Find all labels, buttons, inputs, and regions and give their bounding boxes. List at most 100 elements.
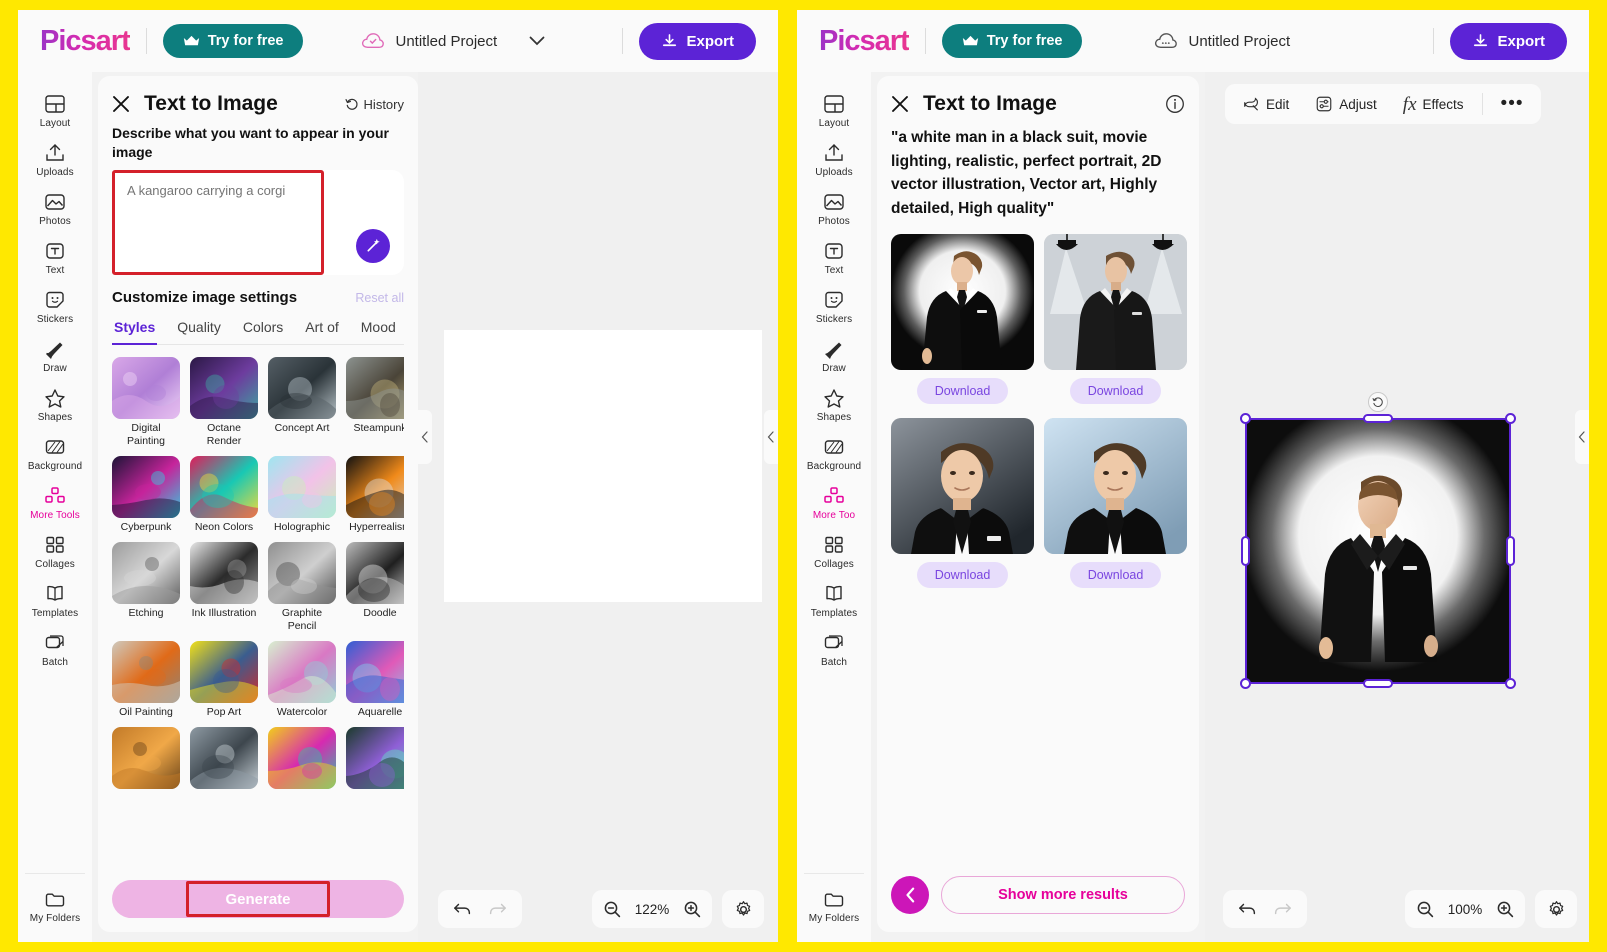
resize-handle-right[interactable] xyxy=(1506,536,1515,566)
style-option[interactable]: Ink Illustration xyxy=(190,541,258,634)
style-option[interactable]: Octane Render xyxy=(190,356,258,449)
sidebar-item-shapes-r[interactable]: Shapes xyxy=(800,380,868,429)
sidebar-item-layout[interactable]: Layout xyxy=(21,86,89,135)
style-option[interactable]: Doodle xyxy=(346,541,404,634)
right-settings-pill[interactable] xyxy=(1535,890,1577,928)
tab-quality[interactable]: Quality xyxy=(175,314,223,345)
style-option[interactable]: Neon Colors xyxy=(190,456,258,535)
tab-art-of[interactable]: Art of xyxy=(303,314,340,345)
left-document[interactable] xyxy=(444,330,762,602)
result-thumbnail[interactable] xyxy=(891,234,1034,371)
style-option[interactable]: Steampunk xyxy=(346,356,404,449)
effects-button[interactable]: fx Effects xyxy=(1392,88,1475,121)
left-panel-collapse-tab[interactable] xyxy=(418,410,432,464)
style-option[interactable] xyxy=(112,726,180,792)
export-button-2[interactable]: Export xyxy=(1450,22,1567,60)
style-option[interactable]: Pop Art xyxy=(190,640,258,720)
sidebar-item-collages[interactable]: Collages xyxy=(21,527,89,576)
zoom-out-button[interactable] xyxy=(603,900,621,918)
undo-button[interactable] xyxy=(453,901,473,917)
project-name-control-2[interactable]: Untitled Project xyxy=(1154,32,1290,50)
redo-button-r[interactable] xyxy=(1272,901,1292,917)
zoom-in-button[interactable] xyxy=(683,900,701,918)
close-icon[interactable] xyxy=(112,95,130,113)
back-button[interactable] xyxy=(891,876,929,914)
sidebar-item-photos[interactable]: Photos xyxy=(21,184,89,233)
redo-button[interactable] xyxy=(487,901,507,917)
close-icon-r[interactable] xyxy=(891,95,909,113)
sidebar-item-background-r[interactable]: Background xyxy=(800,429,868,478)
style-option[interactable]: Graphite Pencil xyxy=(268,541,336,634)
sidebar-item-uploads-r[interactable]: Uploads xyxy=(800,135,868,184)
tab-colors[interactable]: Colors xyxy=(241,314,285,345)
undo-button-r[interactable] xyxy=(1238,901,1258,917)
style-option[interactable]: Etching xyxy=(112,541,180,634)
edit-button[interactable]: Edit xyxy=(1231,88,1300,120)
tab-styles[interactable]: Styles xyxy=(112,314,158,345)
sidebar-item-background[interactable]: Background xyxy=(21,429,89,478)
sidebar-item-batch-r[interactable]: Batch xyxy=(800,625,868,674)
style-option[interactable]: Watercolor xyxy=(268,640,336,720)
sidebar-item-layout-r[interactable]: Layout xyxy=(800,86,868,135)
rotate-handle[interactable] xyxy=(1368,392,1388,412)
style-option[interactable]: Oil Painting xyxy=(112,640,180,720)
right-panel-collapse-tab[interactable] xyxy=(764,410,778,464)
sidebar-item-stickers-r[interactable]: Stickers xyxy=(800,282,868,331)
right-canvas-collapse-tab[interactable] xyxy=(1575,410,1589,464)
sidebar-item-photos-r[interactable]: Photos xyxy=(800,184,868,233)
resize-handle-tl[interactable] xyxy=(1240,413,1251,424)
sidebar-item-uploads[interactable]: Uploads xyxy=(21,135,89,184)
show-more-results-button[interactable]: Show more results xyxy=(941,876,1185,914)
sidebar-item-more-tools-r[interactable]: More Too xyxy=(800,478,868,527)
try-for-free-button-2[interactable]: Try for free xyxy=(941,24,1083,58)
download-button[interactable]: Download xyxy=(1069,562,1162,589)
zoom-out-button-r[interactable] xyxy=(1416,900,1434,918)
sidebar-item-draw-r[interactable]: Draw xyxy=(800,331,868,380)
style-option[interactable]: Digital Painting xyxy=(112,356,180,449)
sidebar-item-shapes[interactable]: Shapes xyxy=(21,380,89,429)
download-button[interactable]: Download xyxy=(916,378,1009,405)
style-option[interactable] xyxy=(190,726,258,792)
download-button[interactable]: Download xyxy=(916,562,1009,589)
sidebar-item-batch[interactable]: Batch xyxy=(21,625,89,674)
try-for-free-button[interactable]: Try for free xyxy=(162,24,304,58)
project-name-control[interactable]: Untitled Project xyxy=(361,32,545,50)
resize-handle-tr[interactable] xyxy=(1505,413,1516,424)
zoom-in-button-r[interactable] xyxy=(1496,900,1514,918)
sidebar-item-templates-r[interactable]: Templates xyxy=(800,576,868,625)
result-thumbnail[interactable] xyxy=(1044,234,1187,371)
magic-suggest-button[interactable] xyxy=(356,228,390,263)
info-icon[interactable] xyxy=(1165,94,1185,114)
style-option[interactable]: Aquarelle xyxy=(346,640,404,720)
style-option[interactable] xyxy=(268,726,336,792)
generate-button[interactable]: Generate xyxy=(112,880,404,918)
prompt-input[interactable] xyxy=(112,169,324,275)
style-option[interactable]: Cyberpunk xyxy=(112,456,180,535)
left-settings-pill[interactable] xyxy=(722,890,764,928)
result-thumbnail[interactable] xyxy=(1044,418,1187,555)
sidebar-item-text-r[interactable]: Text xyxy=(800,233,868,282)
sidebar-item-more-tools[interactable]: More Tools xyxy=(21,478,89,527)
export-button[interactable]: Export xyxy=(639,22,756,60)
sidebar-item-collages-r[interactable]: Collages xyxy=(800,527,868,576)
reset-all-button[interactable]: Reset all xyxy=(355,291,404,305)
sidebar-item-templates[interactable]: Templates xyxy=(21,576,89,625)
more-options-button[interactable]: ••• xyxy=(1490,91,1535,116)
style-option[interactable]: Concept Art xyxy=(268,356,336,449)
resize-handle-br[interactable] xyxy=(1505,678,1516,689)
adjust-button[interactable]: Adjust xyxy=(1304,88,1388,120)
history-button[interactable]: History xyxy=(344,97,404,112)
resize-handle-top[interactable] xyxy=(1363,414,1393,423)
sidebar-item-text[interactable]: Text xyxy=(21,233,89,282)
chevron-down-icon[interactable] xyxy=(529,36,545,46)
resize-handle-left[interactable] xyxy=(1241,536,1250,566)
sidebar-item-my-folders[interactable]: My Folders xyxy=(25,873,85,942)
style-option[interactable]: Hyperrealism xyxy=(346,456,404,535)
sidebar-item-draw[interactable]: Draw xyxy=(21,331,89,380)
sidebar-item-stickers[interactable]: Stickers xyxy=(21,282,89,331)
style-option[interactable] xyxy=(346,726,404,792)
download-button[interactable]: Download xyxy=(1069,378,1162,405)
tab-mood[interactable]: Mood xyxy=(359,314,398,345)
sidebar-item-my-folders-r[interactable]: My Folders xyxy=(804,873,864,942)
style-option[interactable]: Holographic xyxy=(268,456,336,535)
